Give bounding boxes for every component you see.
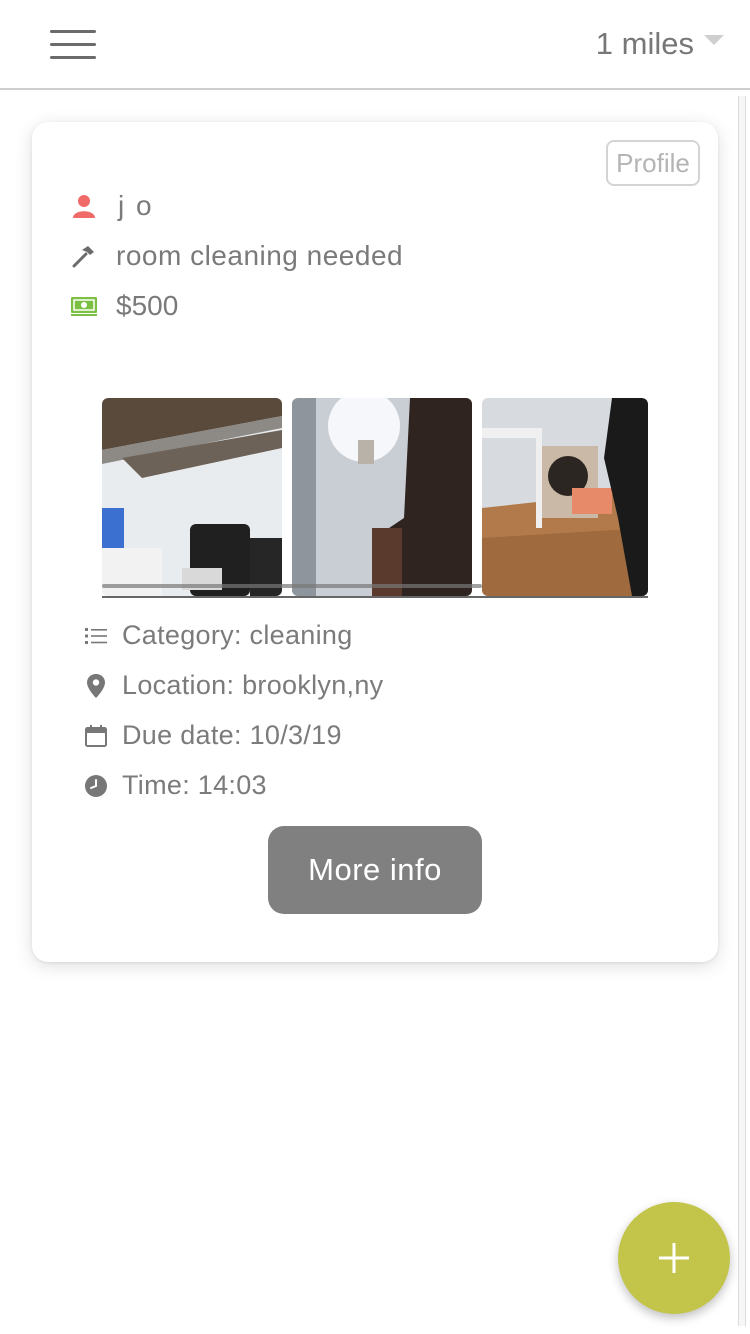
profile-button[interactable]: Profile (606, 140, 700, 186)
hamburger-menu-icon[interactable] (50, 30, 96, 60)
hammer-icon (70, 242, 98, 270)
top-bar: 1 miles (0, 0, 750, 90)
gallery-scroll-indicator (102, 584, 482, 588)
list-icon (84, 624, 108, 648)
price-row: $500 (70, 290, 178, 322)
distance-label: 1 miles (595, 26, 694, 61)
location-text: Location: brooklyn,ny (122, 670, 384, 700)
calendar-icon (84, 724, 108, 748)
category-text: Category: cleaning (122, 620, 353, 650)
clock-icon (84, 774, 108, 798)
task-row: room cleaning needed (70, 240, 403, 272)
location-pin-icon (84, 673, 108, 698)
gallery-divider (102, 596, 648, 598)
person-icon (70, 192, 98, 220)
time-text: Time: 14:03 (122, 770, 267, 800)
category-row: Category: cleaning (84, 620, 353, 651)
job-photo[interactable] (292, 398, 472, 596)
money-icon (70, 292, 98, 320)
plus-icon (659, 1243, 689, 1273)
due-date-text: Due date: 10/3/19 (122, 720, 342, 750)
price-amount: $500 (116, 290, 179, 321)
caret-down-icon (704, 35, 724, 45)
task-title: room cleaning needed (116, 240, 404, 271)
job-photo[interactable] (102, 398, 282, 596)
job-card: Profile j o room cleaning needed $500 Ca… (32, 122, 718, 962)
more-info-button[interactable]: More info (268, 826, 482, 914)
add-job-button[interactable] (618, 1202, 730, 1314)
due-date-row: Due date: 10/3/19 (84, 720, 342, 751)
photo-gallery[interactable] (102, 398, 648, 598)
location-row: Location: brooklyn,ny (84, 670, 383, 701)
poster-name: j o (118, 190, 154, 221)
time-row: Time: 14:03 (84, 770, 267, 801)
distance-dropdown[interactable]: 1 miles (596, 24, 724, 64)
poster-row: j o (70, 190, 154, 222)
scrollbar[interactable] (738, 96, 746, 1326)
job-photo[interactable] (482, 398, 648, 596)
